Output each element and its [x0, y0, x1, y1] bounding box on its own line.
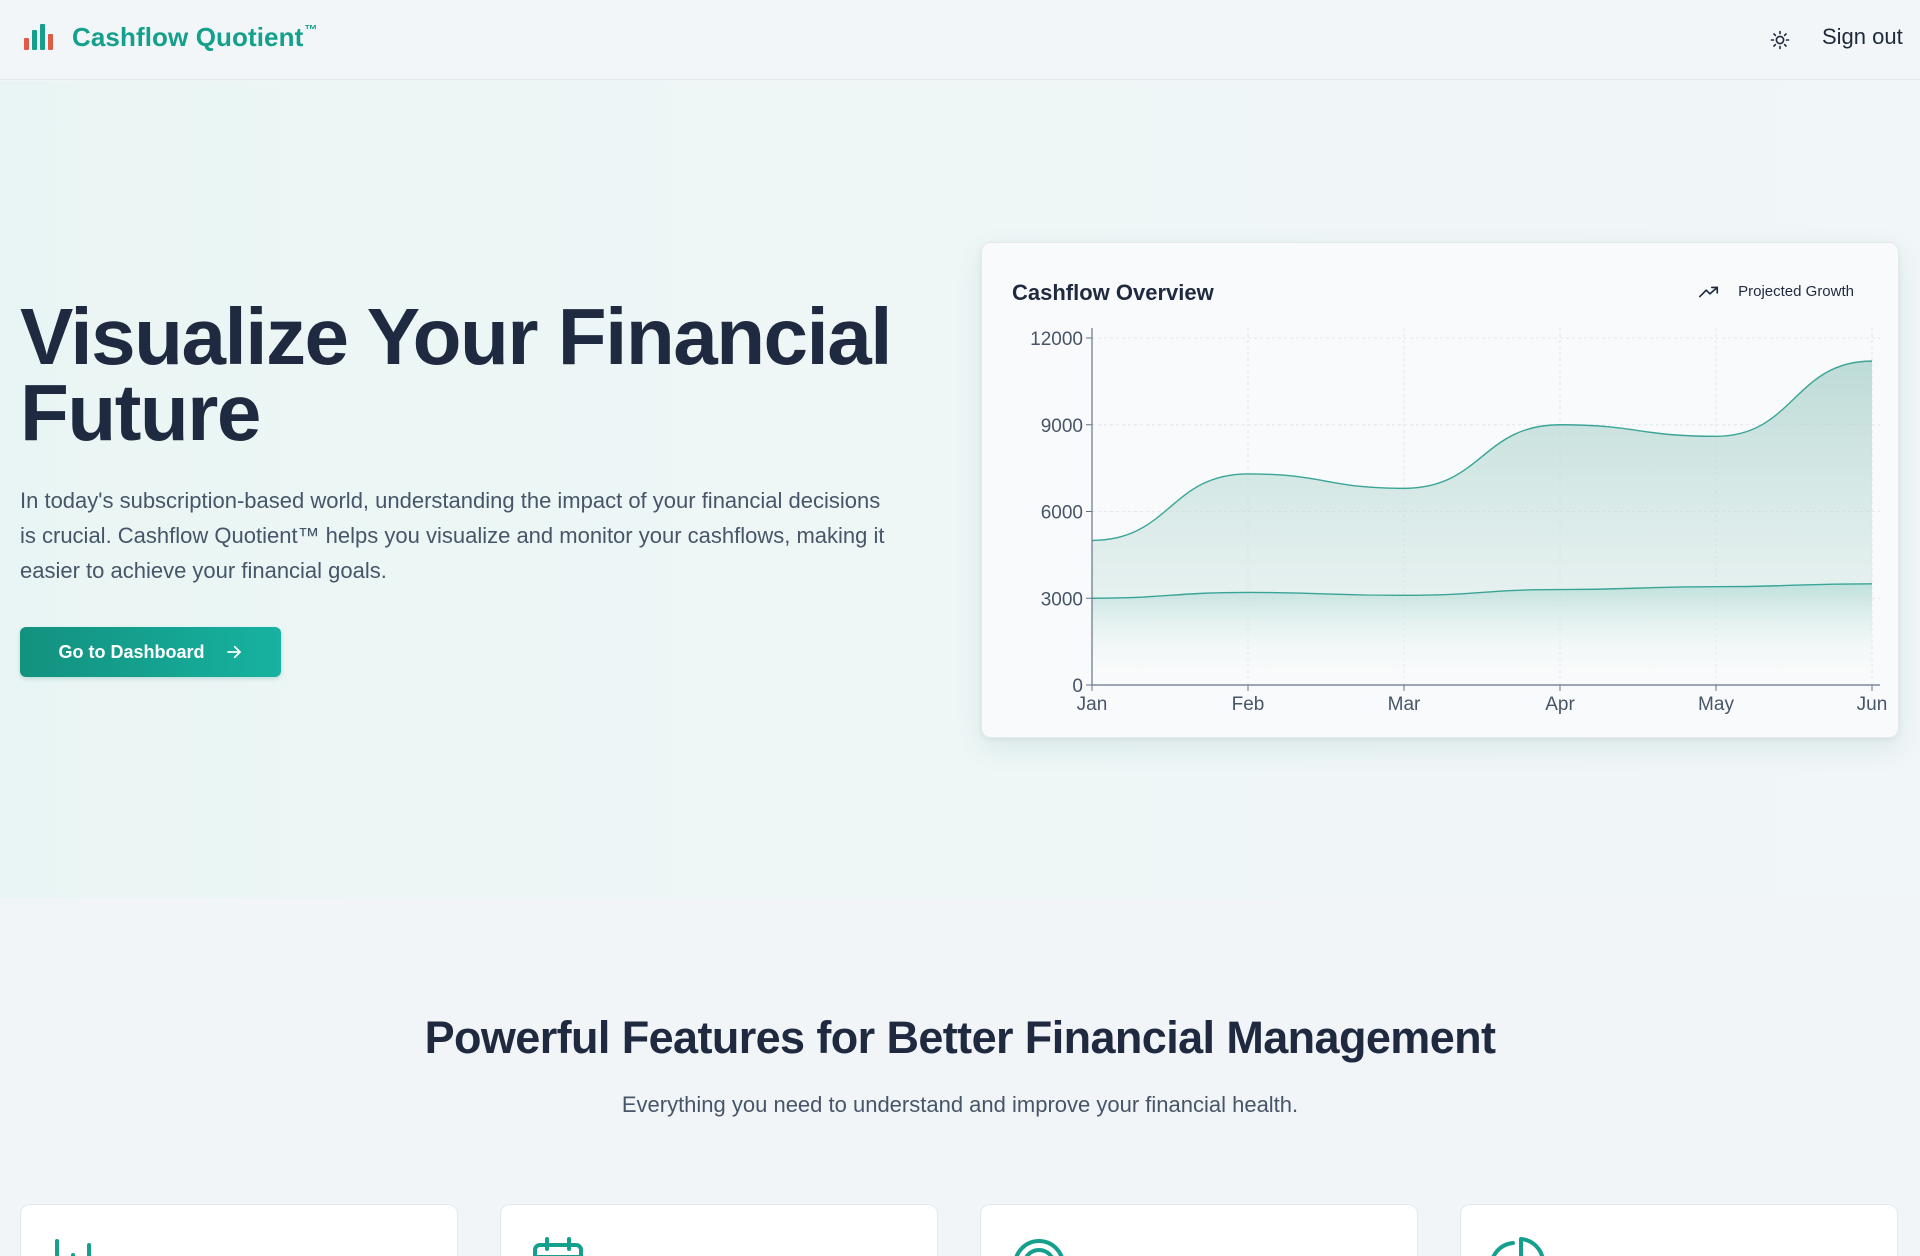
feature-card-calendar[interactable] — [500, 1204, 938, 1256]
hero-title: Visualize Your Financial Future — [20, 292, 893, 457]
cashflow-area-chart: 030006000900012000Jan Feb Mar Apr May Jun — [1030, 328, 1888, 715]
theme-toggle-button[interactable] — [1768, 28, 1792, 52]
features-title: Powerful Features for Better Financial M… — [424, 1012, 1496, 1063]
trademark-mark: ™ — [304, 22, 318, 37]
calendar-icon — [533, 1237, 583, 1256]
x-tick-label: Jan — [1077, 694, 1108, 715]
x-tick-label: Jun — [1857, 694, 1888, 715]
cashflow-chart-card: Cashflow Overview Projected Growth 0 3000… — [981, 242, 1899, 738]
chart-areas — [1091, 360, 1873, 685]
sun-icon — [1770, 30, 1790, 50]
brand[interactable]: Cashflow Quotient™ — [22, 22, 317, 53]
feature-card-analytics[interactable] — [20, 1204, 458, 1256]
brand-name: Cashflow Quotient™ — [72, 22, 317, 53]
bar-chart-logo-icon — [22, 23, 58, 52]
pie-chart-icon — [1491, 1237, 1545, 1256]
y-tick-label: 9000 — [1041, 416, 1083, 437]
hero-description: In today's subscription-based world, und… — [20, 488, 885, 583]
y-tick-label: 3000 — [1041, 589, 1083, 610]
sign-out-button[interactable]: Sign out — [1822, 24, 1903, 50]
series-area-projected-growth — [1092, 361, 1872, 599]
x-tick-label: Apr — [1545, 694, 1575, 715]
arrow-right-icon — [226, 645, 241, 659]
y-tick-label: 12000 — [1030, 329, 1083, 350]
top-navigation-bar: Cashflow Quotient™ Sign out — [0, 0, 1920, 80]
features-subtitle: Everything you need to understand and im… — [621, 1092, 1299, 1117]
series-area-baseline — [1092, 583, 1872, 685]
target-icon — [1014, 1239, 1064, 1256]
go-to-dashboard-button[interactable]: Go to Dashboard — [20, 627, 281, 677]
hero-section: Visualize Your Financial Future In today… — [0, 81, 1920, 898]
feature-card-breakdown[interactable] — [1460, 1204, 1898, 1256]
x-tick-label: Feb — [1232, 694, 1265, 715]
x-tick-label: Mar — [1388, 694, 1421, 715]
x-tick-label: May — [1698, 694, 1734, 715]
bar-chart-icon — [55, 1239, 91, 1256]
y-tick-label: 6000 — [1041, 503, 1083, 524]
brand-name-text: Cashflow Quotient — [72, 22, 304, 52]
go-to-dashboard-label: Go to Dashboard — [58, 641, 205, 662]
feature-card-goals[interactable] — [980, 1204, 1418, 1256]
